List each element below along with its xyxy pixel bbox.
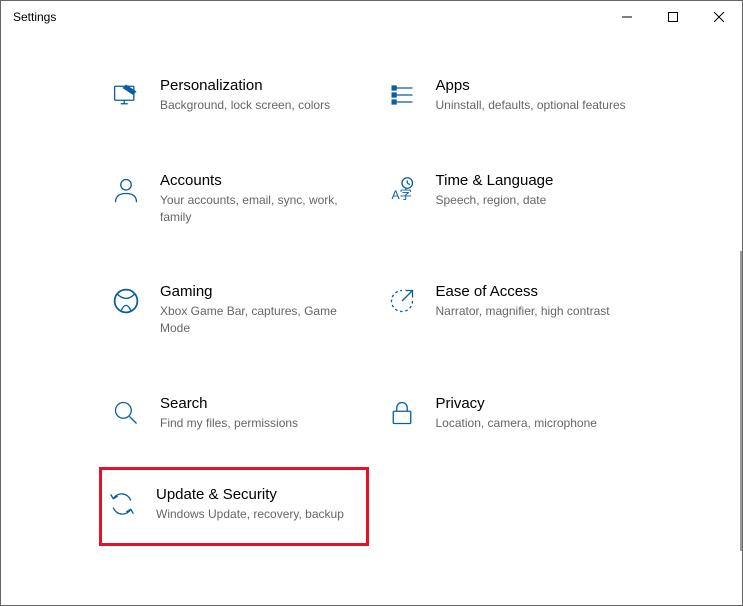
category-title: Personalization [160, 77, 358, 94]
category-grid: Personalization Background, lock screen,… [106, 73, 637, 523]
minimize-icon [622, 12, 632, 22]
category-title: Time & Language [436, 172, 634, 189]
category-accounts[interactable]: Accounts Your accounts, email, sync, wor… [106, 168, 362, 230]
category-desc: Speech, region, date [436, 192, 634, 209]
maximize-button[interactable] [650, 1, 696, 33]
update-security-icon [106, 488, 138, 520]
category-search[interactable]: Search Find my files, permissions [106, 391, 362, 436]
accounts-icon [110, 174, 142, 206]
category-title: Ease of Access [436, 283, 634, 300]
category-personalization[interactable]: Personalization Background, lock screen,… [106, 73, 362, 118]
category-time-language[interactable]: A字 Time & Language Speech, region, date [382, 168, 638, 230]
category-desc: Location, camera, microphone [436, 415, 634, 432]
window-title: Settings [13, 10, 604, 24]
category-desc: Narrator, magnifier, high contrast [436, 303, 634, 320]
category-gaming[interactable]: Gaming Xbox Game Bar, captures, Game Mod… [106, 279, 362, 341]
category-text: Time & Language Speech, region, date [436, 172, 634, 209]
privacy-icon [386, 397, 418, 429]
category-text: Personalization Background, lock screen,… [160, 77, 358, 114]
category-text: Privacy Location, camera, microphone [436, 395, 634, 432]
category-desc: Background, lock screen, colors [160, 97, 358, 114]
category-title: Search [160, 395, 358, 412]
category-text: Apps Uninstall, defaults, optional featu… [436, 77, 634, 114]
apps-icon [386, 79, 418, 111]
category-title: Accounts [160, 172, 358, 189]
close-button[interactable] [696, 1, 742, 33]
category-desc: Find my files, permissions [160, 415, 358, 432]
category-privacy[interactable]: Privacy Location, camera, microphone [382, 391, 638, 436]
category-desc: Uninstall, defaults, optional features [436, 97, 634, 114]
maximize-icon [668, 12, 678, 22]
gaming-icon [110, 285, 142, 317]
svg-text:A字: A字 [391, 187, 411, 202]
category-update-security[interactable]: Update & Security Windows Update, recove… [102, 470, 366, 543]
category-title: Update & Security [156, 486, 362, 503]
category-apps[interactable]: Apps Uninstall, defaults, optional featu… [382, 73, 638, 118]
ease-of-access-icon [386, 285, 418, 317]
scrollbar[interactable] [740, 251, 742, 551]
category-title: Privacy [436, 395, 634, 412]
category-title: Apps [436, 77, 634, 94]
category-ease-of-access[interactable]: Ease of Access Narrator, magnifier, high… [382, 279, 638, 341]
category-text: Accounts Your accounts, email, sync, wor… [160, 172, 358, 226]
category-text: Ease of Access Narrator, magnifier, high… [436, 283, 634, 320]
category-desc: Windows Update, recovery, backup [156, 506, 362, 523]
settings-content: Personalization Background, lock screen,… [1, 33, 742, 605]
personalization-icon [110, 79, 142, 111]
window-controls [604, 1, 742, 33]
category-text: Gaming Xbox Game Bar, captures, Game Mod… [160, 283, 358, 337]
category-desc: Xbox Game Bar, captures, Game Mode [160, 303, 358, 337]
close-icon [714, 12, 724, 22]
category-desc: Your accounts, email, sync, work, family [160, 192, 358, 226]
category-text: Search Find my files, permissions [160, 395, 358, 432]
category-text: Update & Security Windows Update, recove… [156, 486, 362, 523]
titlebar: Settings [1, 1, 742, 33]
time-language-icon: A字 [386, 174, 418, 206]
category-title: Gaming [160, 283, 358, 300]
search-icon [110, 397, 142, 429]
minimize-button[interactable] [604, 1, 650, 33]
